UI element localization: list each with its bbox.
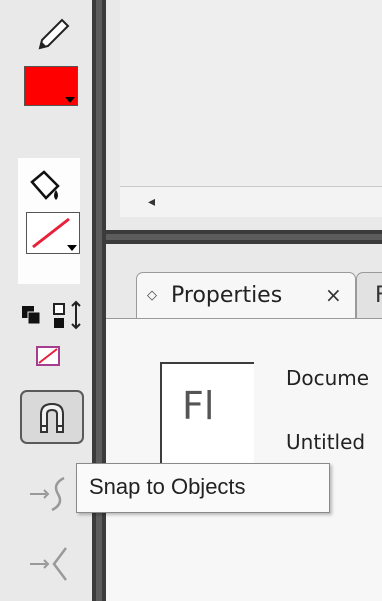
document-type-label: Docume (286, 366, 370, 390)
stroke-color-swatch[interactable] (24, 66, 78, 106)
fill-color-swatch[interactable] (26, 212, 80, 254)
smooth-icon[interactable] (20, 470, 80, 516)
close-icon[interactable]: × (325, 283, 342, 307)
scroll-left-arrow-icon[interactable]: ◂ (148, 194, 155, 210)
tooltip-text: Snap to Objects (89, 474, 246, 499)
snap-to-objects-button[interactable] (20, 390, 84, 444)
black-white-icon[interactable] (22, 306, 41, 325)
tab-next[interactable]: F (356, 272, 382, 319)
paint-bucket-icon[interactable] (26, 168, 66, 204)
no-color-icon[interactable] (34, 344, 62, 368)
document-name: Untitled (286, 430, 366, 454)
stage-region: ◂ (106, 0, 382, 230)
pencil-icon[interactable] (30, 14, 74, 54)
stage-canvas[interactable] (120, 0, 382, 186)
tab-properties-label: Properties (171, 283, 283, 308)
properties-panel: ◇ Properties × F Fl Docume Untitled (106, 244, 382, 601)
flash-logo-text: Fl (182, 384, 215, 428)
magnet-icon (40, 402, 64, 433)
panel-divider-horizontal[interactable] (106, 230, 382, 244)
tooltip: Snap to Objects (76, 463, 330, 513)
tab-next-label: F (375, 283, 382, 308)
swap-colors-icon[interactable] (53, 300, 81, 330)
dropdown-triangle-icon (65, 97, 75, 103)
straighten-icon[interactable] (20, 540, 80, 586)
horizontal-scrollbar[interactable]: ◂ (120, 186, 382, 217)
tab-properties[interactable]: ◇ Properties × (136, 272, 356, 319)
dropdown-triangle-icon (67, 245, 77, 251)
tab-baseline (106, 318, 382, 319)
panel-collapse-icon[interactable]: ◇ (147, 288, 157, 303)
color-swap-group (22, 300, 81, 330)
